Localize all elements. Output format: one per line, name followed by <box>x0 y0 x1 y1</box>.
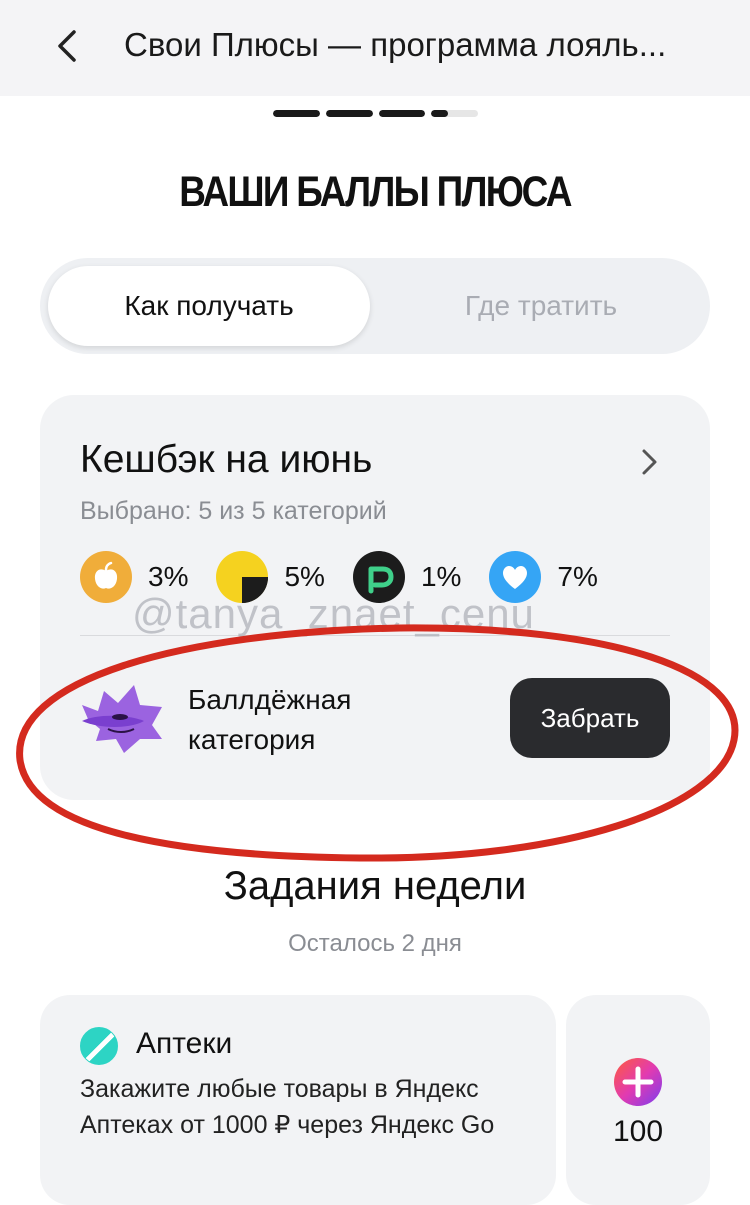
reward-value: 100 <box>612 1115 664 1148</box>
top-bar: Свои Плюсы — программа лояль... <box>0 0 750 96</box>
story-segment <box>378 110 426 117</box>
tab-where-to-spend[interactable]: Где тратить <box>380 266 702 346</box>
apple-icon <box>80 551 132 603</box>
claim-button[interactable]: Забрать <box>510 678 670 758</box>
category-percent: 1% <box>420 561 462 592</box>
purple-mascot-icon <box>82 685 162 753</box>
page-title: Свои Плюсы — программа лояль... <box>124 26 667 63</box>
back-button[interactable] <box>48 24 88 68</box>
task-card[interactable]: Аптеки Закажите любые товары в Яндекс Ап… <box>40 995 556 1205</box>
category-percent: 3% <box>148 561 189 592</box>
category-percent: 5% <box>284 561 325 592</box>
task-name: Аптеки <box>136 1027 233 1060</box>
task-description: Закажите любые товары в Яндекс Аптеках о… <box>80 1075 495 1139</box>
promo-text: Баллдёжная категория <box>188 684 352 755</box>
category-percent: 7% <box>557 561 598 592</box>
cashback-card[interactable]: Кешбэк на июнь Выбрано: 5 из 5 категорий… <box>40 395 710 800</box>
chevron-right-icon[interactable] <box>636 445 662 479</box>
cashback-subtitle: Выбрано: 5 из 5 категорий <box>80 497 387 525</box>
tab-how-to-earn[interactable]: Как получать <box>48 266 370 346</box>
chevron-left-icon <box>58 30 76 62</box>
watermark: @tanya_znaet_cenu <box>132 590 535 637</box>
weekly-title: Задания недели <box>223 864 527 908</box>
story-segment <box>431 110 478 117</box>
weekly-subtitle: Осталось 2 дня <box>288 930 462 957</box>
tab-switcher: Как получать Где тратить <box>40 258 710 354</box>
story-segment <box>325 110 373 117</box>
headline: ВАШИ БАЛЛЫ ПЛЮСА <box>179 168 572 216</box>
story-progress <box>273 110 478 118</box>
plus-points-icon <box>614 1058 662 1106</box>
cashback-title: Кешбэк на июнь <box>80 438 373 481</box>
reward-card[interactable]: 100 <box>566 995 710 1205</box>
story-segment <box>273 110 320 117</box>
pharmacy-icon <box>80 1027 118 1065</box>
